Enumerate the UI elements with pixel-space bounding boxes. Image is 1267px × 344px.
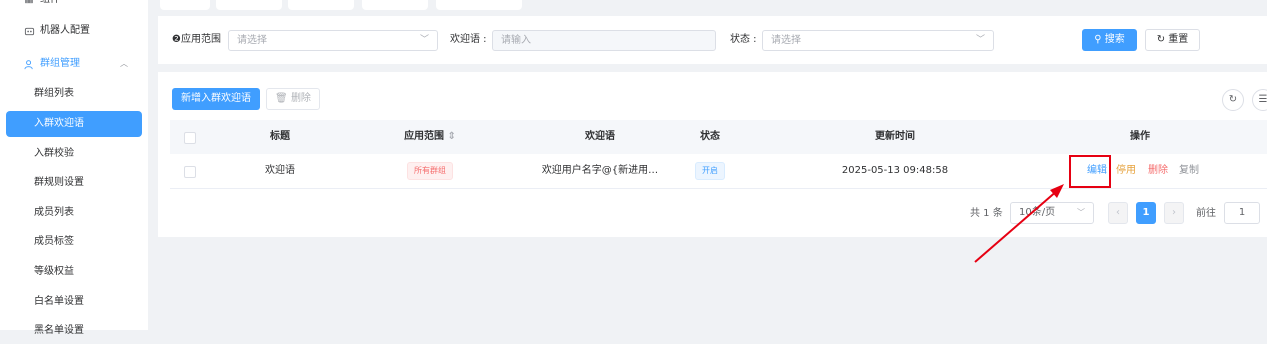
copy-link[interactable]: 复制 bbox=[1179, 154, 1199, 188]
table-header: 标题 应用范围 ⇕ 欢迎语 状态 更新时间 操作 bbox=[170, 120, 1267, 154]
row-title: 欢迎语 bbox=[265, 165, 295, 176]
sidebar-item-join-verify[interactable]: 入群校验 bbox=[0, 141, 148, 167]
tab[interactable] bbox=[436, 0, 522, 10]
tab[interactable] bbox=[160, 0, 210, 10]
tab[interactable] bbox=[288, 0, 354, 10]
tab[interactable] bbox=[216, 0, 282, 10]
status-label: 状态 : bbox=[730, 34, 757, 45]
annotation-arrow bbox=[974, 184, 1064, 263]
chevron-down-icon: ﹀ bbox=[419, 35, 429, 45]
welcome-input[interactable]: 请输入 bbox=[492, 30, 716, 51]
header-welcome: 欢迎语 bbox=[585, 131, 615, 142]
scope-tag: 所有群组 bbox=[407, 162, 453, 180]
header-updated: 更新时间 bbox=[875, 131, 915, 142]
sidebar-item-group-rules[interactable]: 群规则设置 bbox=[0, 170, 148, 196]
sidebar-item-whitelist[interactable]: 白名单设置 bbox=[0, 289, 148, 315]
sliders-icon: ☰ bbox=[1258, 94, 1267, 105]
robot-icon bbox=[22, 18, 36, 44]
row-welcome: 欢迎用户名字@{新进用… bbox=[541, 165, 659, 176]
status-badge: 开启 bbox=[695, 162, 725, 180]
chevron-right-icon: › bbox=[1172, 207, 1176, 218]
column-settings-button[interactable]: ☰ bbox=[1252, 89, 1267, 111]
next-page-button[interactable]: › bbox=[1164, 202, 1184, 224]
header-title: 标题 bbox=[270, 131, 290, 142]
sidebar-item-group-list[interactable]: 群组列表 bbox=[0, 81, 148, 107]
sidebar-item-robot-config[interactable]: 机器人配置 bbox=[0, 18, 148, 44]
filter-panel: ❷应用范围 请选择 ﹀ 欢迎语 : 请输入 状态 : 请选择 ﹀ ⚲ 搜索 ↻ … bbox=[158, 16, 1267, 64]
sidebar-item-components[interactable]: ▦ 组件 bbox=[0, 0, 148, 13]
sidebar-item-level-benefits[interactable]: 等级权益 bbox=[0, 259, 148, 285]
sidebar-item-member-list[interactable]: 成员列表 bbox=[0, 200, 148, 226]
scope-select[interactable]: 请选择 ﹀ bbox=[228, 30, 438, 51]
goto-label: 前往 bbox=[1196, 208, 1216, 219]
row-checkbox[interactable] bbox=[184, 166, 196, 178]
page-number-current[interactable]: 1 bbox=[1136, 202, 1156, 224]
sidebar-item-group-management[interactable]: 群组管理 ︿ bbox=[0, 51, 148, 77]
welcome-label: 欢迎语 : bbox=[450, 34, 487, 45]
select-all-checkbox[interactable] bbox=[184, 132, 196, 144]
users-icon bbox=[22, 51, 36, 77]
status-select[interactable]: 请选择 ﹀ bbox=[762, 30, 994, 51]
add-welcome-button[interactable]: 新增入群欢迎语 bbox=[172, 88, 260, 110]
chevron-left-icon: ‹ bbox=[1116, 207, 1120, 218]
chevron-up-icon: ︿ bbox=[120, 59, 128, 68]
trash-icon: 🗑 bbox=[275, 93, 288, 104]
prev-page-button[interactable]: ‹ bbox=[1108, 202, 1128, 224]
chevron-down-icon: ﹀ bbox=[975, 35, 985, 45]
sidebar-item-welcome-message[interactable]: 入群欢迎语 bbox=[6, 111, 142, 137]
sidebar: ▦ 组件 机器人配置 群组管理 ︿ 群组列表 入群欢迎语 入群校验 群规则设置 … bbox=[0, 0, 148, 336]
header-status: 状态 bbox=[700, 131, 720, 142]
delete-button[interactable]: 🗑 删除 bbox=[266, 88, 320, 110]
row-status: 开启 bbox=[670, 154, 750, 188]
refresh-icon: ↻ bbox=[1156, 34, 1166, 45]
row-scope: 所有群组 bbox=[370, 154, 490, 188]
search-icon: ⚲ bbox=[1094, 34, 1102, 45]
goto-page-input[interactable]: 1 bbox=[1224, 202, 1260, 224]
scope-label: ❷应用范围 bbox=[172, 34, 221, 45]
header-scope[interactable]: 应用范围 ⇕ bbox=[370, 120, 490, 154]
sort-icon: ⇕ bbox=[447, 131, 456, 142]
disable-link[interactable]: 停用 bbox=[1116, 154, 1136, 188]
sidebar-item-member-tags[interactable]: 成员标签 bbox=[0, 229, 148, 255]
tab[interactable] bbox=[362, 0, 428, 10]
sidebar-item-blacklist[interactable]: 黑名单设置 bbox=[0, 318, 148, 344]
row-updated: 2025-05-13 09:48:58 bbox=[841, 165, 949, 176]
reset-button[interactable]: ↻ 重置 bbox=[1145, 29, 1200, 51]
grid-icon: ▦ bbox=[22, 0, 36, 13]
header-actions: 操作 bbox=[1130, 131, 1150, 142]
delete-link[interactable]: 删除 bbox=[1148, 154, 1168, 188]
refresh-icon: ↻ bbox=[1228, 94, 1238, 105]
tab-strip bbox=[158, 0, 1267, 10]
search-button[interactable]: ⚲ 搜索 bbox=[1082, 29, 1137, 51]
refresh-table-button[interactable]: ↻ bbox=[1222, 89, 1244, 111]
